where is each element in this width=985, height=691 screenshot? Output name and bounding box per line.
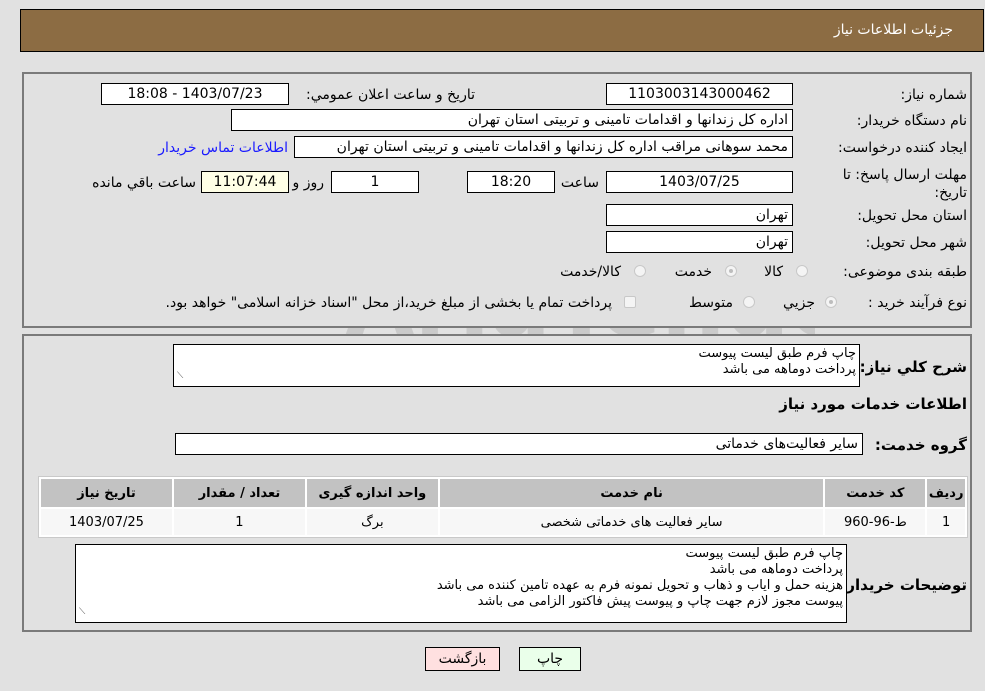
table-header-row: ردیف کد خدمت نام خدمت واحد اندازه گیری ت… <box>41 479 965 507</box>
category-radio-goods[interactable] <box>796 265 808 277</box>
col-header-row-number: ردیف <box>927 479 965 507</box>
back-button[interactable]: بازگشت <box>425 647 500 671</box>
buyer-org-field: اداره کل زندانها و اقدامات تامینی و تربی… <box>231 109 793 131</box>
buyer-org-label: نام دستگاه خریدار: <box>856 113 967 129</box>
cell-unit: برگ <box>306 509 438 535</box>
city-label: شهر محل تحویل: <box>865 235 967 251</box>
treasury-checkbox[interactable] <box>624 296 636 308</box>
purchase-option-minor: جزيي <box>783 295 815 311</box>
purchase-radio-minor[interactable] <box>825 296 837 308</box>
resize-grip-icon[interactable]: ⟋ <box>79 604 85 620</box>
cell-service-code: ط-96-960 <box>825 509 926 535</box>
remaining-time-field: 11:07:44 <box>201 171 289 193</box>
notes-line: پرداخت دوماهه می باشد <box>709 562 843 577</box>
province-label: استان محل تحویل: <box>857 208 967 224</box>
buyer-contact-link[interactable]: اطلاعات تماس خریدار <box>158 140 288 156</box>
print-button[interactable]: چاپ <box>519 647 581 671</box>
city-field: تهران <box>606 231 793 253</box>
purchase-radio-medium[interactable] <box>743 296 755 308</box>
notes-line: هزینه حمل و ایاب و ذهاب و تحویل نمونه فر… <box>436 578 843 593</box>
col-header-service-name: نام خدمت <box>439 479 824 507</box>
requester-label: ایجاد کننده درخواست: <box>838 140 967 156</box>
cell-quantity: 1 <box>173 509 305 535</box>
summary-line: چاپ فرم طبق لیست پیوست <box>698 346 856 361</box>
buyer-notes-textarea[interactable]: چاپ فرم طبق لیست پیوست پرداخت دوماهه می … <box>75 544 847 623</box>
services-table: ردیف کد خدمت نام خدمت واحد اندازه گیری ت… <box>38 476 968 538</box>
summary-line: پرداخت دوماهه می باشد <box>722 362 856 377</box>
province-field: تهران <box>606 204 793 226</box>
col-header-need-date: تاریخ نیاز <box>41 479 172 507</box>
days-label: روز و <box>292 175 325 191</box>
page-header: جزئیات اطلاعات نیاز <box>20 9 984 52</box>
cell-service-name: سایر فعالیت های خدماتی شخصی <box>439 509 824 535</box>
services-section-title: اطلاعات خدمات مورد نیاز <box>779 395 967 413</box>
notes-line: چاپ فرم طبق لیست پیوست <box>685 546 843 561</box>
purchase-type-label: نوع فرآیند خرید : <box>868 295 967 311</box>
col-header-unit: واحد اندازه گیری <box>306 479 438 507</box>
summary-textarea[interactable]: چاپ فرم طبق لیست پیوست پرداخت دوماهه می … <box>173 344 860 387</box>
cell-row-number: 1 <box>927 509 965 535</box>
need-number-label: شماره نیاز: <box>900 87 968 103</box>
treasury-note: پرداخت تمام یا بخشی از مبلغ خرید،از محل … <box>165 295 612 311</box>
need-number-field: 1103003143000462 <box>606 83 793 105</box>
deadline-label: مهلت ارسال پاسخ: تا تاریخ: <box>842 167 967 201</box>
col-header-service-code: کد خدمت <box>825 479 926 507</box>
remaining-days-field: 1 <box>331 171 419 193</box>
category-option-service: خدمت <box>674 264 712 280</box>
service-group-label: گروه خدمت: <box>874 436 967 454</box>
summary-label: شرح کلي نياز: <box>859 358 967 376</box>
category-radio-service[interactable] <box>725 265 737 277</box>
deadline-time-field: 18:20 <box>467 171 555 193</box>
category-radio-goods-service[interactable] <box>634 265 646 277</box>
col-header-quantity: تعداد / مقدار <box>173 479 305 507</box>
resize-grip-icon[interactable]: ⟋ <box>177 368 183 384</box>
deadline-time-label: ساعت <box>560 175 599 191</box>
buyer-notes-label: توضیحات خریدار: <box>840 576 967 594</box>
page-title: جزئیات اطلاعات نیاز <box>833 22 953 38</box>
service-group-field: سایر فعالیت‌های خدماتی <box>175 433 863 455</box>
category-label: طبقه بندی موضوعی: <box>843 264 967 280</box>
purchase-option-medium: متوسط <box>689 295 733 311</box>
table-row: 1 ط-96-960 سایر فعالیت های خدماتی شخصی ب… <box>41 509 965 535</box>
announce-datetime-label: تاریخ و ساعت اعلان عمومي: <box>306 87 475 103</box>
cell-need-date: 1403/07/25 <box>41 509 172 535</box>
category-option-goods-service: کالا/خدمت <box>560 264 621 280</box>
deadline-date-field: 1403/07/25 <box>606 171 793 193</box>
category-option-goods: کالا <box>764 264 783 280</box>
announce-datetime-field: 1403/07/23 - 18:08 <box>101 83 289 105</box>
notes-line: پیوست مجوز لازم جهت چاپ و پیوست پیش فاکت… <box>477 594 843 609</box>
remaining-label: ساعت باقي مانده <box>92 175 196 191</box>
requester-field: محمد سوهانی مراقب اداره کل زندانها و اقد… <box>294 136 793 158</box>
